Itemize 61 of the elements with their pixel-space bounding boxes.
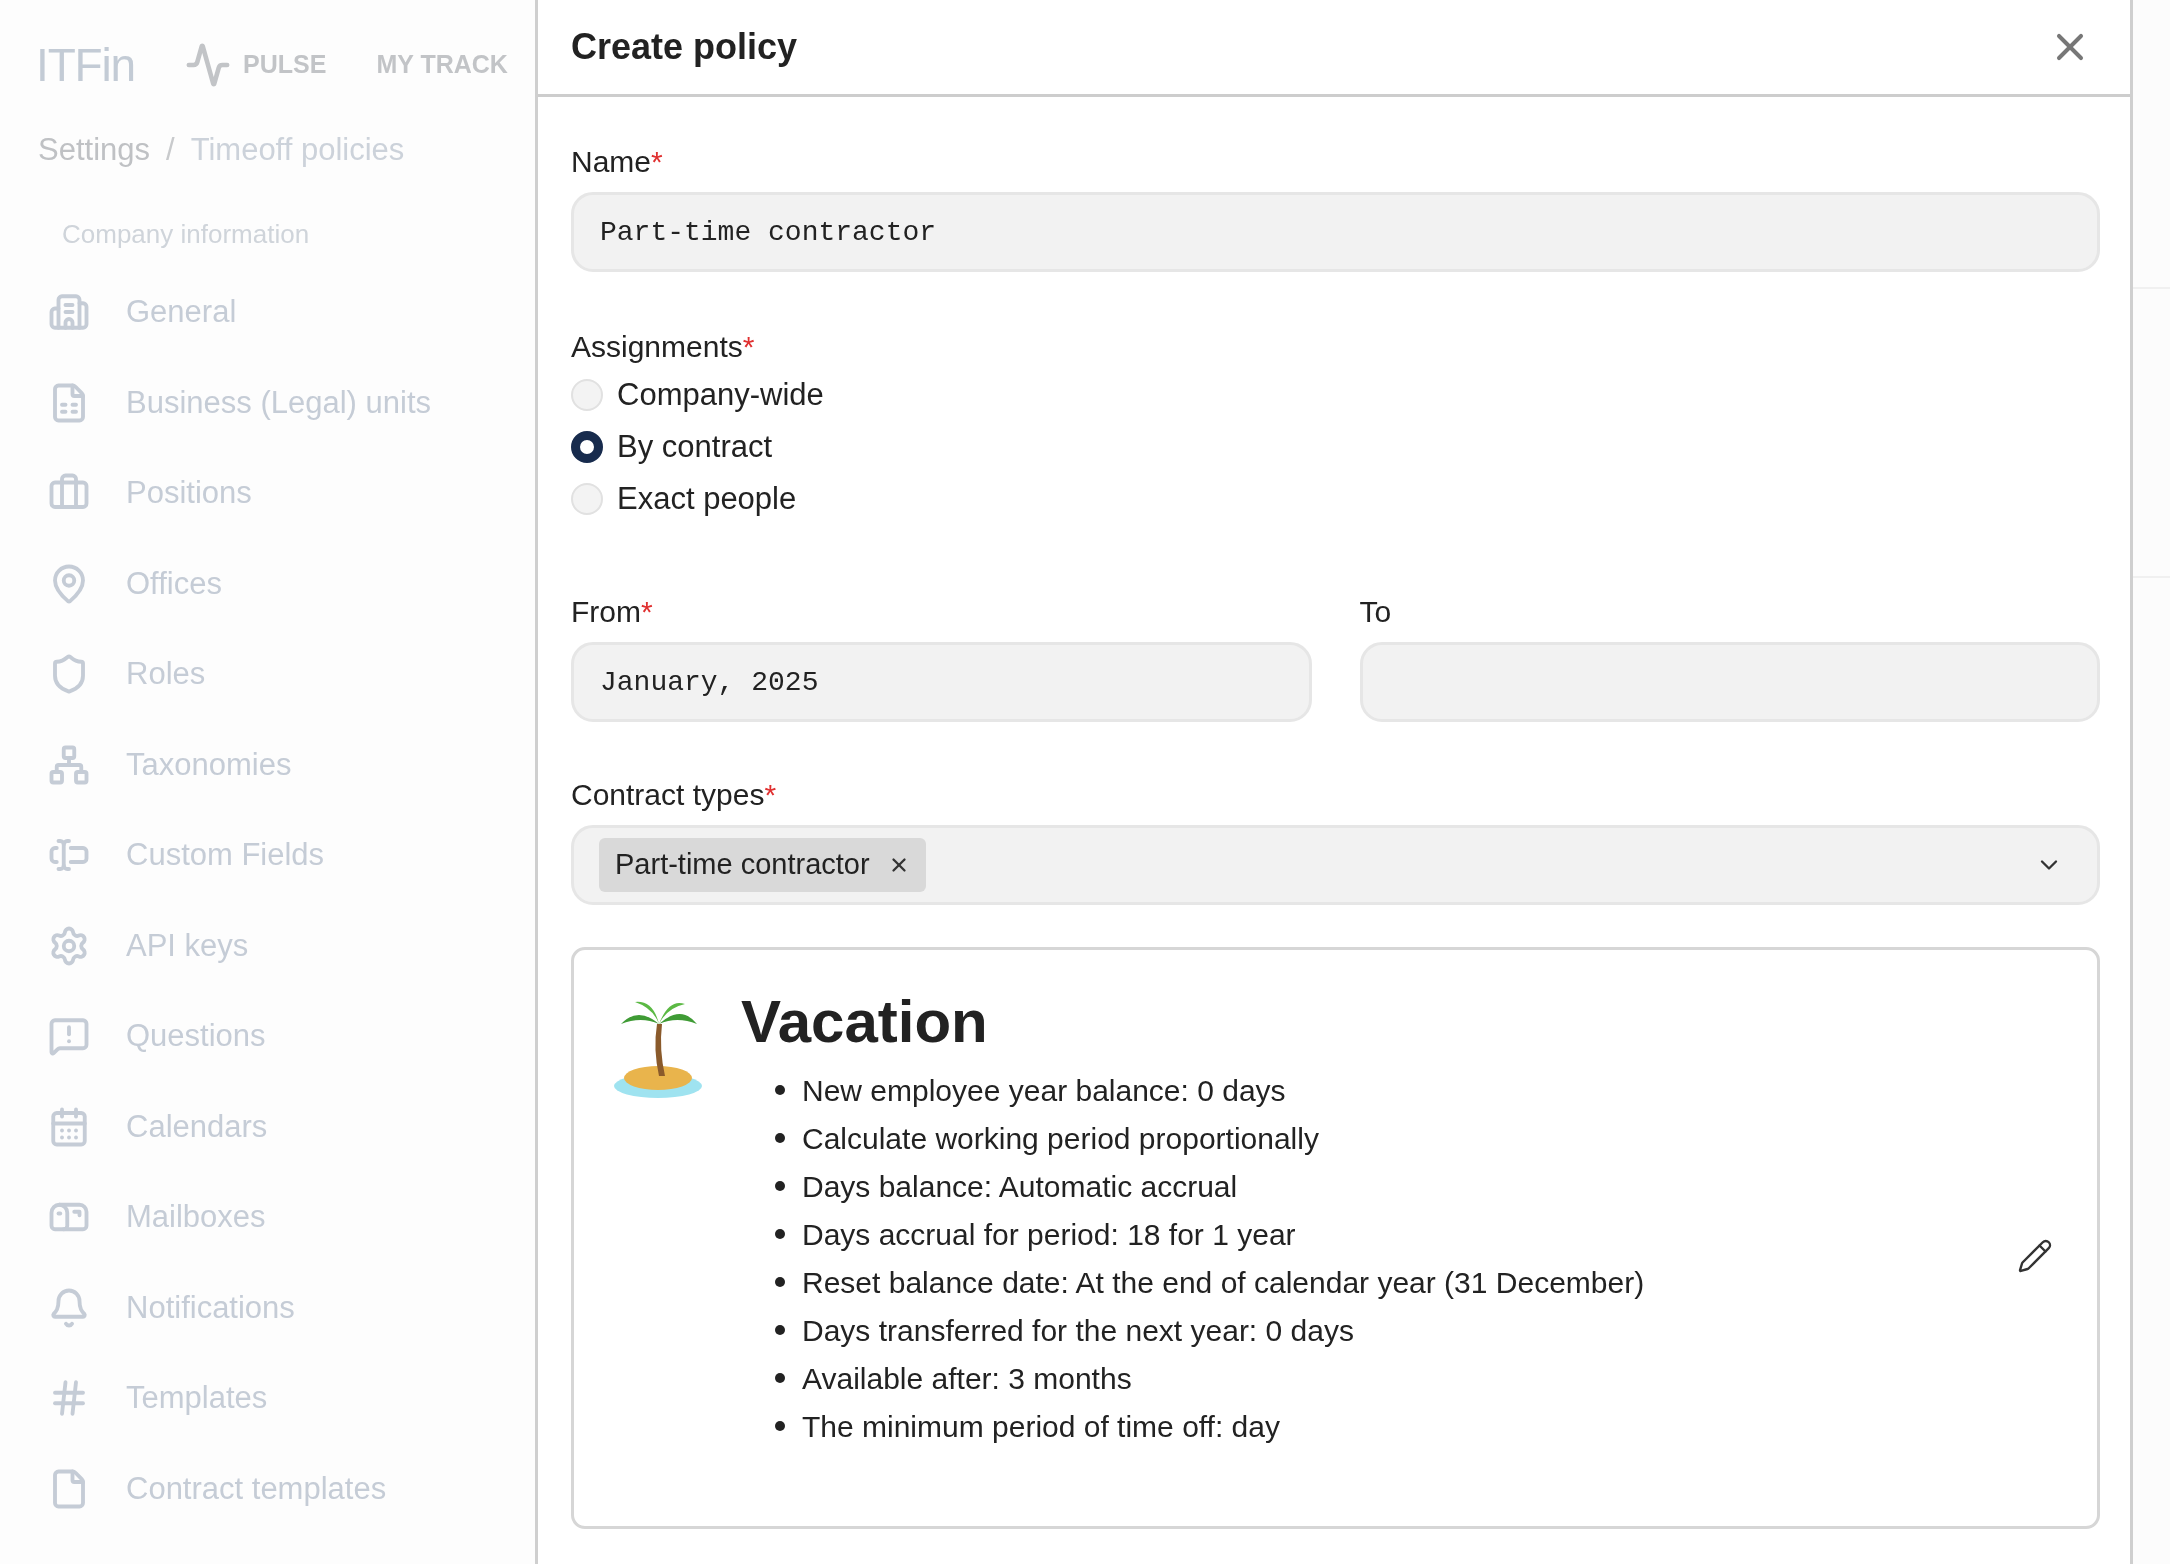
field-label: Contract types	[571, 777, 765, 813]
sidebar-item[interactable]: Questions	[0, 991, 535, 1082]
hierarchy-icon	[48, 743, 90, 786]
required-mark: *	[742, 329, 755, 365]
rule-text: The minimum period of time off: day	[802, 1408, 1280, 1445]
rule-text: Days balance: Automatic accrual	[802, 1168, 1238, 1205]
sidebar-item[interactable]: Positions	[0, 448, 535, 539]
policy-title: Vacation	[741, 987, 989, 1057]
sidebar-item[interactable]: API keys	[0, 900, 535, 991]
to-field[interactable]	[1359, 642, 2100, 722]
breadcrumb-link[interactable]: Settings	[38, 126, 150, 174]
sidebar-item[interactable]: Business (Legal) units	[0, 357, 535, 448]
required-mark: *	[651, 144, 663, 180]
pulse-icon	[185, 42, 232, 88]
chat-icon	[48, 1015, 90, 1058]
radio-option[interactable]: Exact people	[571, 481, 2100, 517]
required-mark: *	[764, 777, 777, 813]
sidebar-item[interactable]: Templates	[0, 1353, 535, 1444]
nav-link[interactable]: MY TRACK	[376, 46, 508, 84]
sidebar-item[interactable]: General	[0, 267, 535, 358]
radio-option[interactable]: Company-wide	[571, 377, 2100, 413]
rule-text: Days transferred for the next year: 0 days	[802, 1312, 1354, 1349]
sidebar-item[interactable]: Notifications	[0, 1262, 535, 1353]
sidebar-item[interactable]: Contract templates	[0, 1443, 535, 1534]
bell-icon	[48, 1286, 90, 1329]
nav-link[interactable]: PULSE	[185, 42, 327, 88]
breadcrumb-separator: /	[166, 130, 175, 169]
bullet-icon	[775, 1373, 785, 1383]
sidebar-item[interactable]: Offices	[0, 538, 535, 629]
name-field[interactable]: Part-time contractor	[571, 192, 2100, 272]
rule-text: New employee year balance: 0 days	[802, 1072, 1286, 1109]
sidebar-item[interactable]: Custom Fields	[0, 810, 535, 901]
contract-types-select[interactable]: Part-time contractor	[571, 825, 2100, 905]
bullet-icon	[775, 1421, 785, 1431]
pencil-icon	[2017, 1238, 2053, 1274]
field-label: Name	[571, 144, 652, 180]
bullet-icon	[775, 1133, 785, 1143]
rule-text: Reset balance date: At the end of calendar year (31 December)	[802, 1264, 1645, 1301]
calendar-icon	[48, 1105, 90, 1148]
rule-text: Available after: 3 months	[802, 1360, 1132, 1397]
sidebar-item[interactable]: Taxonomies	[0, 719, 535, 810]
rule-text: Calculate working period proportionally	[802, 1120, 1319, 1157]
tag-label: Part-time contractor	[615, 847, 870, 883]
sidebar-item[interactable]: Roles	[0, 629, 535, 720]
field-label: From	[571, 594, 641, 630]
field-label: Assignments	[571, 329, 743, 365]
radio-option[interactable]: By contract	[571, 429, 2100, 465]
bullet-icon	[775, 1277, 785, 1287]
field-label: To	[1359, 594, 1392, 630]
modal-title: Create policy	[571, 25, 798, 69]
from-field[interactable]: January, 2025	[571, 642, 1312, 722]
sidebar-item[interactable]: Mailboxes	[0, 1172, 535, 1263]
bullet-icon	[775, 1085, 785, 1095]
bullet-icon	[775, 1229, 785, 1239]
bullet-icon	[775, 1181, 785, 1191]
sidebar-item[interactable]: Calendars	[0, 1081, 535, 1172]
rule-text: Days accrual for period: 18 for 1 year	[802, 1216, 1296, 1253]
required-mark: *	[641, 594, 653, 630]
logo[interactable]: ITFin	[36, 30, 136, 100]
gear-icon	[48, 924, 90, 967]
bullet-icon	[775, 1325, 785, 1335]
